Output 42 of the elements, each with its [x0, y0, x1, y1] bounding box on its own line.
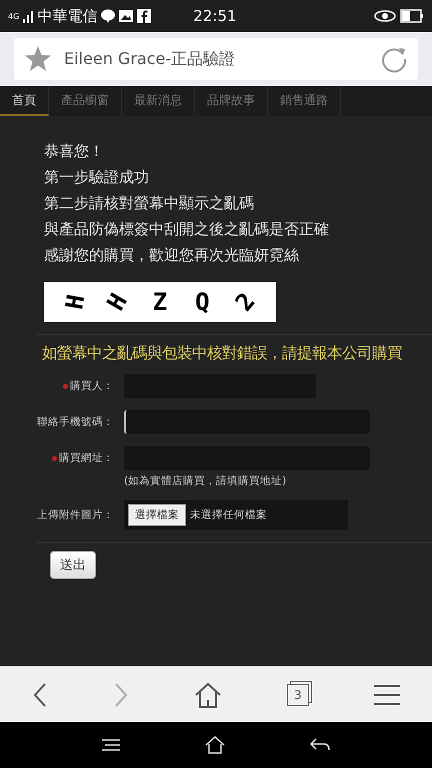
- network-type: 4G: [8, 12, 20, 20]
- choose-file-button[interactable]: 選擇檔案: [128, 504, 186, 526]
- star-icon[interactable]: [24, 45, 52, 73]
- nav-tab[interactable]: 首頁: [0, 86, 49, 116]
- page-title: Eileen Grace-正品驗證: [64, 48, 236, 70]
- required-icon: [63, 384, 68, 389]
- battery-icon: [400, 9, 424, 23]
- eye-icon: [374, 9, 396, 23]
- form-label: 上傳附件圖片：: [36, 508, 114, 522]
- facebook-icon: [137, 9, 152, 23]
- nav-tab[interactable]: 產品櫥窗: [49, 86, 122, 116]
- address-bar[interactable]: Eileen Grace-正品驗證: [14, 38, 418, 80]
- message-line: 第一步驗證成功: [44, 167, 150, 188]
- nav-tab[interactable]: 品牌故事: [195, 86, 268, 116]
- image-icon: [119, 10, 134, 22]
- tab-count[interactable]: 3: [286, 684, 309, 706]
- form-label: 購買網址：: [30, 451, 114, 465]
- form-label: 聯絡手機號碼：: [36, 415, 114, 429]
- back-icon[interactable]: [32, 682, 48, 708]
- required-icon: [52, 456, 57, 461]
- captcha-image: H H Z Q 2: [44, 282, 276, 322]
- message-line: 恭喜您！: [44, 141, 105, 162]
- back-icon[interactable]: [310, 738, 330, 752]
- message-line: 第二步請核對螢幕中顯示之亂碼: [44, 193, 255, 214]
- menu-icon[interactable]: [374, 684, 400, 706]
- file-field[interactable]: 選擇檔案 未選擇任何檔案: [124, 500, 348, 530]
- clock: 22:51: [193, 7, 238, 25]
- reload-icon[interactable]: [380, 45, 408, 73]
- message-line: 與產品防偽標簽中刮開之後之亂碼是否正確: [44, 219, 330, 240]
- submit-button[interactable]: 送出: [50, 551, 96, 579]
- signal-icon: [23, 9, 34, 23]
- form-label: 購買人：: [30, 379, 114, 393]
- chat-bubble-icon: [101, 9, 116, 23]
- message-line: 感謝您的購買，歡迎您再次光臨妍霓絲: [44, 245, 300, 266]
- home-icon[interactable]: [194, 682, 222, 708]
- nav-tab[interactable]: 最新消息: [122, 86, 195, 116]
- notice-text: 如螢幕中之亂碼與包裝中核對錯誤，請提報本公司購買: [42, 343, 403, 364]
- file-status: 未選擇任何檔案: [190, 508, 267, 522]
- input-field[interactable]: [124, 410, 370, 434]
- field-hint: (如為實體店購買，請填購買地址): [124, 474, 288, 488]
- carrier-name: 中華電信: [37, 6, 98, 26]
- nav-tab[interactable]: 銷售通路: [268, 86, 341, 116]
